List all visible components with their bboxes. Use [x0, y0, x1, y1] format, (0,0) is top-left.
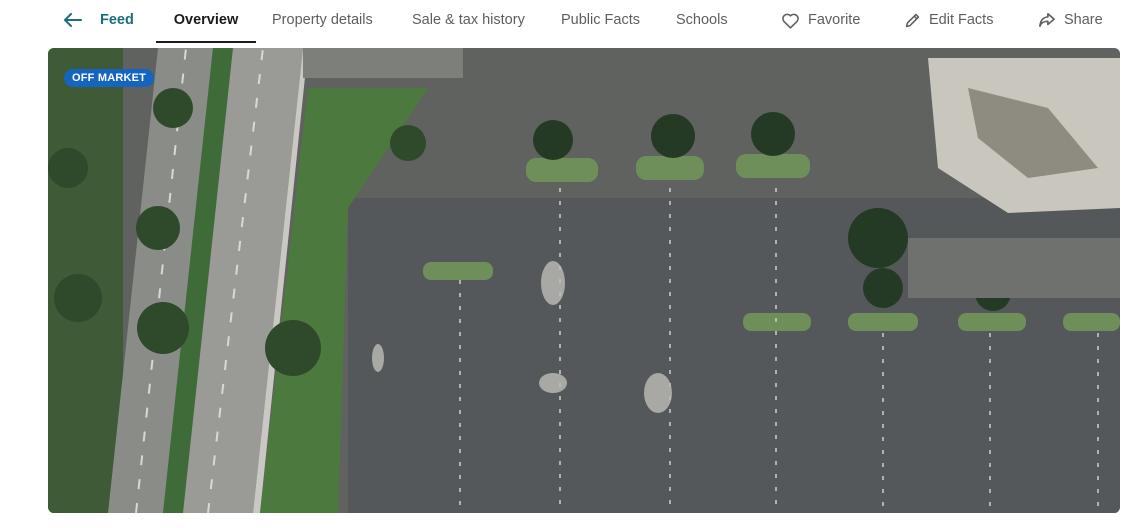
tab-public-facts[interactable]: Public Facts — [561, 0, 640, 40]
back-to-feed-link[interactable]: Feed — [64, 0, 134, 40]
aerial-map-image — [48, 48, 1120, 513]
favorite-label: Favorite — [808, 12, 861, 28]
top-navigation: Feed Overview Property details Sale & ta… — [0, 0, 1143, 44]
share-icon — [1038, 12, 1056, 28]
tab-label: Public Facts — [561, 12, 640, 28]
property-photo[interactable] — [48, 48, 1120, 513]
tab-sale-tax-history[interactable]: Sale & tax history — [412, 0, 525, 40]
arrow-left-icon — [64, 13, 82, 27]
share-label: Share — [1064, 12, 1103, 28]
tab-schools[interactable]: Schools — [676, 0, 728, 40]
tab-label: Sale & tax history — [412, 12, 525, 28]
heart-icon — [781, 12, 800, 29]
favorite-button[interactable]: Favorite — [781, 0, 860, 40]
back-label: Feed — [100, 12, 134, 28]
tab-label: Overview — [173, 12, 239, 28]
tab-label: Property details — [272, 12, 373, 28]
active-tab-underline — [156, 41, 256, 43]
edit-facts-label: Edit Facts — [929, 12, 994, 28]
tab-label: Schools — [676, 12, 728, 28]
off-market-badge: OFF MARKET — [64, 69, 155, 87]
edit-facts-button[interactable]: Edit Facts — [904, 0, 993, 40]
tab-overview[interactable]: Overview — [156, 0, 256, 40]
tab-property-details[interactable]: Property details — [272, 0, 373, 40]
pencil-icon — [904, 12, 921, 29]
share-button[interactable]: Share — [1038, 0, 1103, 40]
